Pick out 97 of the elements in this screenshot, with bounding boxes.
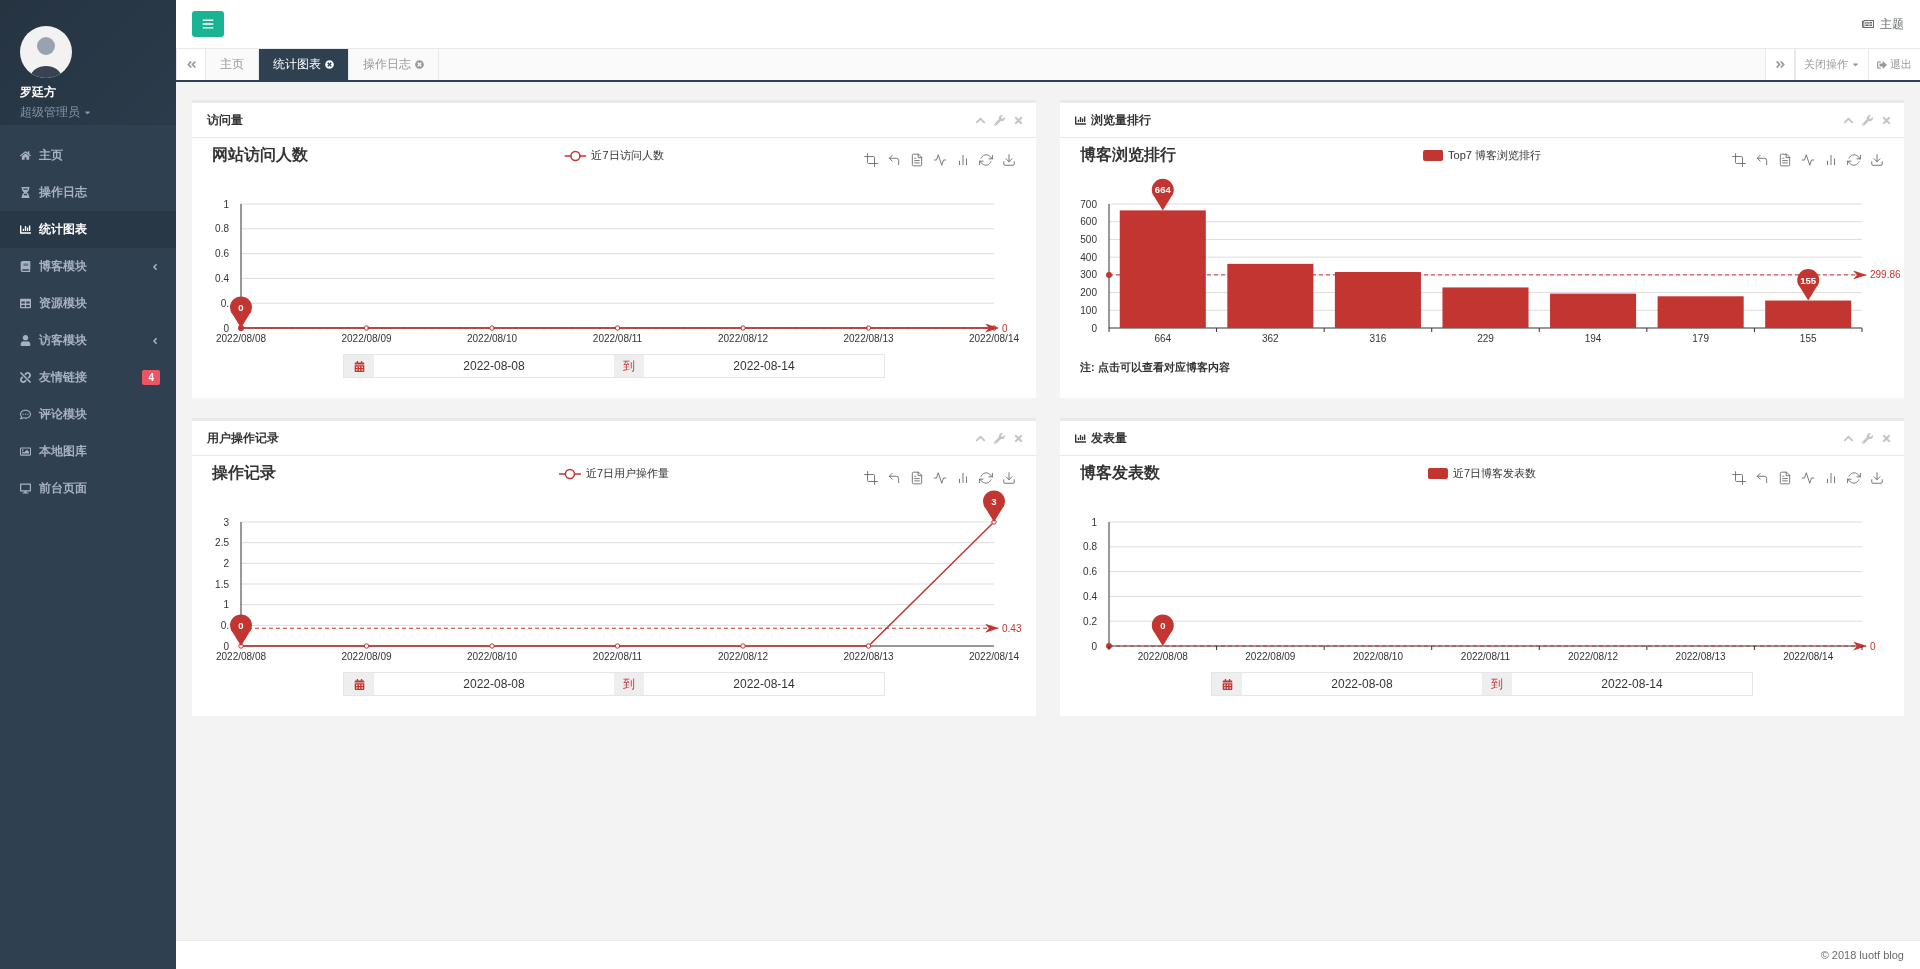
axis-label: 229 [1477, 333, 1494, 344]
nav-label: 操作日志 [39, 184, 88, 201]
annotation: 0 [238, 620, 244, 631]
axis-label: 1 [223, 599, 229, 611]
axis-label: 0.4 [215, 272, 229, 284]
axis-label: 664 [1154, 333, 1172, 344]
axis-label: 0.4 [1083, 590, 1097, 602]
axis-label: 2022/08/09 [341, 333, 392, 344]
axis-label: 2022/08/14 [968, 651, 1020, 662]
theme-label: 主题 [1880, 15, 1904, 33]
value-pin: 664 [1151, 178, 1174, 211]
axis-label: 600 [1080, 216, 1097, 228]
axis-label: 2022/08/12 [717, 651, 769, 662]
axis-label: 2022/08/11 [592, 333, 643, 344]
axis-label: 0 [223, 322, 229, 334]
axis-label: 0.6 [1083, 566, 1097, 578]
nav-label: 前台页面 [39, 480, 88, 497]
axis-label: 2.5 [215, 537, 229, 549]
axis-label: 0. [220, 619, 229, 631]
panel-title: 发表量 [1091, 429, 1127, 447]
chart-title: 操作记录 [212, 462, 276, 483]
axis-label: 2022/08/13 [1675, 651, 1726, 662]
nav-label: 统计图表 [39, 221, 88, 238]
axis-label: 700 [1080, 198, 1097, 210]
axis-label: 155 [1799, 333, 1817, 344]
axis-label: 2022/08/08 [215, 333, 267, 344]
axis-label: 0.6 [215, 248, 229, 260]
average-label: 0 [1870, 640, 1876, 652]
axis-label: 2022/08/12 [717, 333, 769, 344]
annotation: 0 [1160, 620, 1166, 631]
axis-label: 2022/08/08 [215, 651, 267, 662]
average-label: 299.86 [1870, 269, 1901, 281]
axis-label: 0. [220, 297, 229, 309]
value-pin: 0 [230, 614, 252, 646]
annotation: 155 [1800, 274, 1817, 286]
axis-label: 2022/08/10 [466, 333, 518, 344]
axis-label: 400 [1080, 251, 1097, 263]
axis-label: 2022/08/09 [1245, 651, 1296, 662]
footer-text: © 2018 luotf blog [1820, 949, 1904, 961]
axis-label: 2022/08/13 [843, 651, 894, 662]
chart-title: 博客浏览排行 [1080, 144, 1176, 165]
axis-label: 194 [1584, 333, 1602, 344]
axis-label: 0 [1091, 322, 1097, 334]
value-pin: 155 [1797, 269, 1820, 301]
nav-label: 友情链接 [39, 369, 88, 386]
annotation: 0 [238, 302, 244, 313]
panel-title: 浏览量排行 [1091, 111, 1151, 129]
axis-label: 300 [1080, 269, 1097, 281]
axis-label: 2 [223, 557, 229, 569]
axis-label: 2022/08/10 [1352, 651, 1403, 662]
nav-label: 资源模块 [39, 295, 88, 312]
range-separator: 到 [1482, 673, 1512, 695]
panel-title: 访问量 [207, 111, 243, 129]
axis-label: 500 [1080, 233, 1097, 245]
axis-label: 2022/08/14 [1783, 651, 1834, 662]
panel-title: 用户操作记录 [207, 429, 279, 447]
axis-label: 100 [1080, 304, 1097, 316]
nav-label: 访客模块 [39, 332, 88, 349]
axis-label: 3 [223, 516, 229, 528]
axis-label: 2022/08/10 [466, 651, 518, 662]
axis-label: 2022/08/12 [1568, 651, 1619, 662]
axis-label: 2022/08/09 [341, 651, 392, 662]
range-separator: 到 [614, 355, 644, 377]
count-badge: 4 [142, 370, 160, 385]
axis-label: 0.2 [1083, 615, 1097, 627]
axis-label: 2022/08/11 [592, 651, 643, 662]
axis-label: 2022/08/14 [968, 333, 1020, 344]
axis-label: 2022/08/08 [1137, 651, 1188, 662]
axis-label: 0 [223, 640, 229, 652]
axis-label: 0.8 [1083, 541, 1097, 553]
nav-label: 本地图库 [39, 443, 88, 460]
user-name: 罗廷方 [20, 84, 57, 101]
nav-label: 评论模块 [39, 406, 88, 423]
axis-label: 2022/08/13 [843, 333, 894, 344]
axis-label: 200 [1080, 287, 1097, 299]
axis-label: 1 [1091, 516, 1097, 528]
chart-note: 注: 点击可以查看对应博客内容 [1080, 360, 1231, 375]
chart-title: 博客发表数 [1080, 462, 1160, 483]
axis-label: 179 [1692, 333, 1709, 344]
axis-label: 362 [1262, 333, 1279, 344]
average-label: 0 [1002, 322, 1008, 334]
axis-label: 0.8 [215, 223, 229, 235]
axis-label: 2022/08/11 [1460, 651, 1511, 662]
average-label: 0.43 [1002, 622, 1022, 634]
axis-label: 1 [223, 198, 229, 210]
value-pin: 0 [1151, 614, 1174, 646]
chart-title: 网站访问人数 [212, 144, 308, 165]
nav-label: 博客模块 [39, 258, 88, 275]
axis-label: 0 [1091, 640, 1097, 652]
annotation: 664 [1154, 184, 1172, 196]
range-separator: 到 [614, 673, 644, 695]
value-pin: 3 [983, 490, 1005, 522]
axis-label: 316 [1369, 333, 1387, 344]
axis-label: 1.5 [215, 578, 229, 590]
value-pin: 0 [230, 296, 252, 328]
annotation: 3 [991, 496, 997, 507]
nav-label: 主页 [39, 147, 64, 164]
